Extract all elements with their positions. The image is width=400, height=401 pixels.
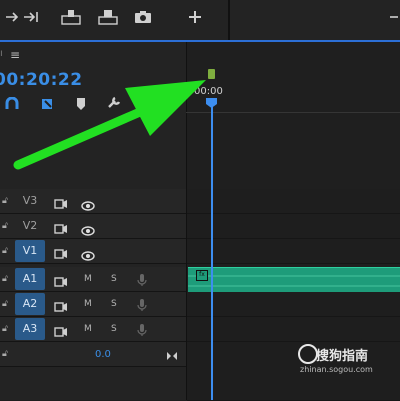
mute-button[interactable]: M [84,274,92,284]
watermark-logo [298,344,318,364]
mute-button[interactable]: M [84,299,92,309]
lock-icon[interactable]: 🔓︎ [2,349,8,359]
go-to-in-icon[interactable] [22,8,44,26]
track-label-v1[interactable]: V1 [15,240,45,262]
track-header-v3[interactable]: 🔓︎ V3 [0,189,186,214]
track-label-v3[interactable]: V3 [15,190,45,212]
fx-badge-icon: fx [196,270,208,281]
microphone-icon[interactable] [137,297,147,316]
audio-clip[interactable] [188,267,400,292]
lock-icon[interactable]: 🔓︎ [2,299,8,309]
timeline-lane-a2[interactable] [187,292,400,317]
mute-button[interactable]: M [84,324,92,334]
eye-icon[interactable] [81,246,95,265]
master-track-header[interactable]: 🔓︎ [0,342,186,367]
add-marker-icon[interactable] [76,96,86,110]
ruler-timecode: 00:00 [194,86,223,97]
track-header-a3[interactable]: 🔓︎ A3 M S [0,317,186,342]
watermark-url: zhinan.sogou.com [300,365,373,374]
timeline-lane-v2[interactable] [187,214,400,239]
timeline-lane-a3[interactable] [187,317,400,342]
timeline-lane-v1[interactable] [187,239,400,264]
eye-icon[interactable] [81,221,95,240]
track-header-a2[interactable]: 🔓︎ A2 M S [0,292,186,317]
eye-icon[interactable] [81,196,95,215]
lock-icon[interactable]: 🔓︎ [2,221,8,231]
track-label-v2[interactable]: V2 [15,215,45,237]
track-label-a2[interactable]: A2 [15,293,45,315]
track-label-a3[interactable]: A3 [15,318,45,340]
camera-icon[interactable] [132,8,154,26]
microphone-icon[interactable] [137,272,147,291]
lock-icon[interactable]: 🔓︎ [2,246,8,256]
extract-icon[interactable] [97,8,119,26]
linked-selection-icon[interactable] [40,96,56,110]
track-label-a1[interactable]: A1 [15,268,45,290]
playhead-timecode[interactable]: 00:20:22 [0,70,83,90]
sync-lock-icon[interactable] [54,323,68,342]
panel-tick: ı [0,48,3,59]
track-header-v1[interactable]: 🔓︎ V1 [0,239,186,264]
lock-icon[interactable]: 🔓︎ [2,324,8,334]
lift-icon[interactable] [60,8,82,26]
solo-button[interactable]: S [111,274,117,284]
track-header-v2[interactable]: 🔓︎ V2 [0,214,186,239]
marker-icon[interactable] [208,69,215,79]
panel-menu-icon[interactable] [388,8,400,26]
lock-icon[interactable]: 🔓︎ [2,274,8,284]
timeline-lane-v3[interactable] [187,189,400,214]
toolbar-divider [228,0,230,40]
solo-button[interactable]: S [111,299,117,309]
solo-button[interactable]: S [111,324,117,334]
lock-icon[interactable]: 🔓︎ [2,196,8,206]
add-icon[interactable] [184,8,206,26]
sync-lock-icon[interactable] [54,195,68,214]
watermark-title: 搜狗指南 [316,349,369,364]
ruler-baseline [186,112,400,113]
master-volume-value[interactable]: 0.0 [95,349,111,360]
hamburger-menu-icon[interactable]: ≡ [10,48,20,62]
sync-lock-icon[interactable] [54,298,68,317]
sync-lock-icon[interactable] [54,220,68,239]
track-header-a1[interactable]: 🔓︎ A1 M S [0,267,186,292]
playhead-line[interactable] [211,104,213,400]
wrench-icon[interactable] [106,94,122,110]
sync-lock-icon[interactable] [54,273,68,292]
microphone-icon[interactable] [137,322,147,341]
sync-lock-icon[interactable] [54,245,68,264]
go-to-end-icon[interactable] [166,346,178,365]
snap-icon[interactable] [4,96,20,110]
